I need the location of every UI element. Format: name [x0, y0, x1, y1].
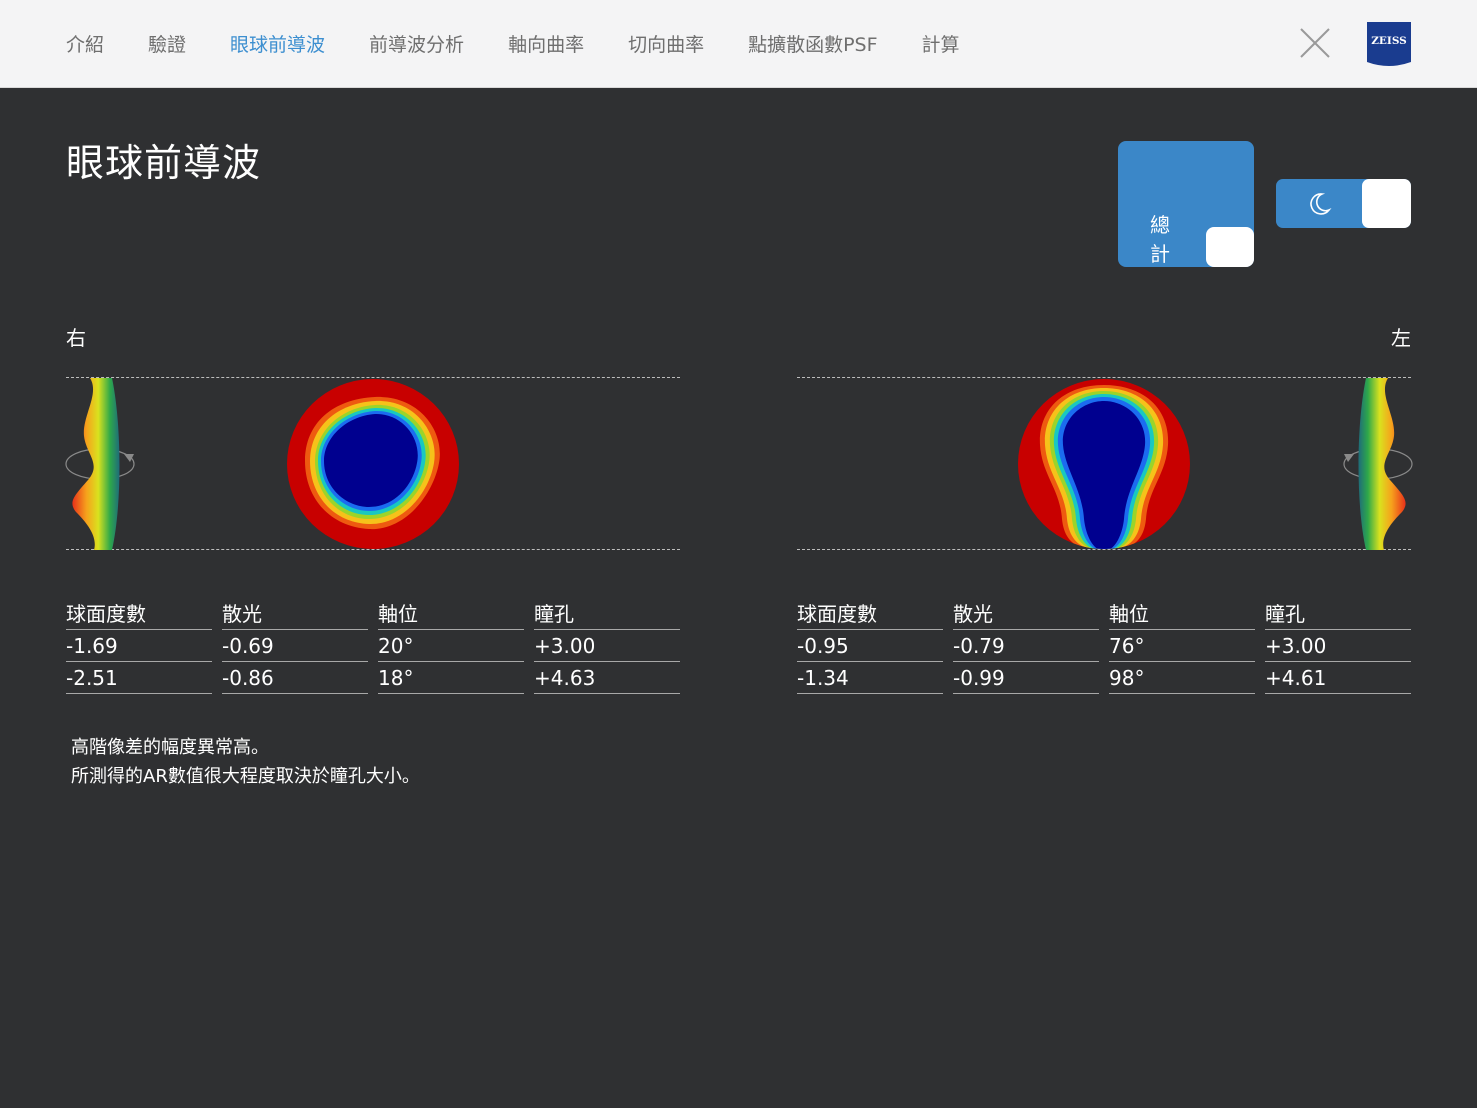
- tab-tangential-curvature[interactable]: 切向曲率: [628, 30, 704, 57]
- tab-psf[interactable]: 點擴散函數PSF: [748, 30, 877, 57]
- header-cylinder: 散光: [953, 598, 1099, 630]
- tab-verification[interactable]: 驗證: [148, 30, 186, 57]
- pupil-value: +3.00: [1265, 630, 1411, 662]
- zeiss-logo: ZEISS: [1367, 22, 1411, 66]
- right-upper-dashed-line: [66, 377, 680, 378]
- sphere-value: -1.69: [66, 630, 212, 662]
- pupil-value: +3.00: [534, 630, 680, 662]
- cylinder-value: -0.86: [222, 662, 368, 694]
- right-lower-dashed-line: [66, 549, 680, 550]
- header-axis: 軸位: [378, 598, 524, 630]
- left-eye-refraction-table: 球面度數 散光 軸位 瞳孔 -0.95 -0.79 76° +3.00 -1.3…: [797, 598, 1411, 694]
- total-toggle-label: 總計: [1150, 213, 1170, 266]
- tab-intro[interactable]: 介紹: [66, 30, 104, 57]
- notes: 高階像差的幅度異常高。 所測得的AR數值很大程度取決於瞳孔大小。: [71, 733, 420, 791]
- note-line-2: 所測得的AR數值很大程度取決於瞳孔大小。: [71, 766, 420, 787]
- sphere-value: -1.34: [797, 662, 943, 694]
- page-title: 眼球前導波: [66, 141, 262, 185]
- header-axis: 軸位: [1109, 598, 1255, 630]
- cylinder-value: -0.69: [222, 630, 368, 662]
- header-pupil: 瞳孔: [1265, 598, 1411, 630]
- tab-wavefront-analysis[interactable]: 前導波分析: [369, 30, 464, 57]
- header-sphere: 球面度數: [797, 598, 943, 630]
- left-eye-wavefront-map: [1018, 379, 1190, 549]
- right-eye-wavefront-map: [287, 379, 459, 549]
- left-upper-dashed-line: [797, 377, 1411, 378]
- note-line-1: 高階像差的幅度異常高。: [71, 737, 269, 758]
- moon-icon: [1310, 193, 1332, 215]
- table-row: -1.34 -0.99 98° +4.61: [797, 662, 1411, 694]
- header-pupil: 瞳孔: [534, 598, 680, 630]
- nav-tabs: 介紹 驗證 眼球前導波 前導波分析 軸向曲率 切向曲率 點擴散函數PSF 計算: [66, 0, 1004, 87]
- tab-ocular-wavefront[interactable]: 眼球前導波: [230, 30, 325, 57]
- header-cylinder: 散光: [222, 598, 368, 630]
- header-sphere: 球面度數: [66, 598, 212, 630]
- left-lower-dashed-line: [797, 549, 1411, 550]
- right-eye-3d-profile: [65, 378, 135, 550]
- axis-value: 20°: [378, 630, 524, 662]
- cylinder-value: -0.79: [953, 630, 1099, 662]
- table-row: -2.51 -0.86 18° +4.63: [66, 662, 680, 694]
- sphere-value: -2.51: [66, 662, 212, 694]
- total-toggle-knob: [1206, 227, 1254, 267]
- pupil-value: +4.61: [1265, 662, 1411, 694]
- sphere-value: -0.95: [797, 630, 943, 662]
- table-row: -0.95 -0.79 76° +3.00: [797, 630, 1411, 662]
- pupil-value: +4.63: [534, 662, 680, 694]
- axis-value: 98°: [1109, 662, 1255, 694]
- tab-calculation[interactable]: 計算: [922, 30, 960, 57]
- night-toggle-knob: [1362, 179, 1411, 228]
- left-eye-3d-profile: [1343, 378, 1413, 550]
- axis-value: 76°: [1109, 630, 1255, 662]
- right-eye-label: 右: [66, 326, 86, 350]
- table-row: -1.69 -0.69 20° +3.00: [66, 630, 680, 662]
- total-toggle[interactable]: 總計: [1118, 141, 1254, 267]
- tab-axial-curvature[interactable]: 軸向曲率: [508, 30, 584, 57]
- axis-value: 18°: [378, 662, 524, 694]
- night-mode-toggle[interactable]: [1276, 179, 1411, 228]
- table-header-row: 球面度數 散光 軸位 瞳孔: [66, 598, 680, 630]
- left-eye-label: 左: [1391, 326, 1411, 350]
- right-eye-refraction-table: 球面度數 散光 軸位 瞳孔 -1.69 -0.69 20° +3.00 -2.5…: [66, 598, 680, 694]
- cylinder-value: -0.99: [953, 662, 1099, 694]
- logo-text: ZEISS: [1371, 35, 1407, 47]
- close-icon[interactable]: [1298, 26, 1332, 60]
- top-navigation-bar: 介紹 驗證 眼球前導波 前導波分析 軸向曲率 切向曲率 點擴散函數PSF 計算 …: [0, 0, 1477, 88]
- table-header-row: 球面度數 散光 軸位 瞳孔: [797, 598, 1411, 630]
